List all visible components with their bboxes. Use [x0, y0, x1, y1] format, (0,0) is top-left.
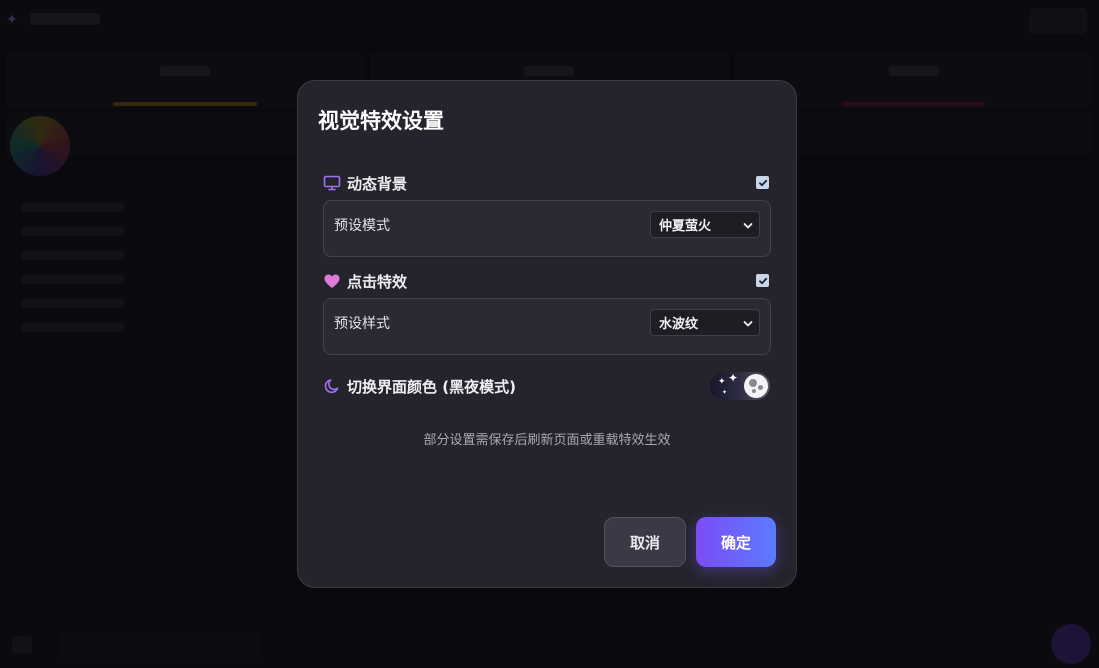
dynamic-bg-row: 动态背景: [323, 171, 771, 195]
click-effect-preset-panel: 预设样式 水波纹: [323, 298, 771, 355]
star-icon: ✦: [728, 372, 739, 385]
click-effect-row: 点击特效: [323, 269, 771, 293]
chevron-down-icon: [743, 318, 753, 333]
star-icon: ✦: [722, 389, 728, 396]
confirm-button[interactable]: 确定: [696, 517, 776, 567]
visual-effects-dialog: 视觉特效设置 动态背景 预设模式 仲夏萤火 点击特效 预设样式 水波纹 切换界面…: [297, 80, 797, 588]
dynamic-bg-preset-panel: 预设模式 仲夏萤火: [323, 200, 771, 257]
chevron-down-icon: [743, 220, 753, 235]
settings-note: 部分设置需保存后刷新页面或重载特效生效: [423, 433, 671, 448]
theme-row: 切换界面颜色 (黑夜模式) ✦ ✦ ✦: [323, 372, 771, 400]
moon-icon: [323, 377, 341, 395]
click-effect-checkbox[interactable]: [756, 274, 769, 287]
dynamic-bg-label: 动态背景: [347, 174, 408, 193]
preset-mode-label: 预设模式: [334, 218, 390, 234]
monitor-icon: [323, 174, 341, 192]
preset-style-label: 预设样式: [334, 316, 390, 332]
preset-style-select[interactable]: 水波纹: [650, 309, 760, 336]
dark-mode-toggle[interactable]: ✦ ✦ ✦: [710, 372, 770, 400]
star-icon: ✦: [718, 377, 726, 387]
cancel-button[interactable]: 取消: [604, 517, 686, 567]
preset-style-value: 水波纹: [659, 317, 699, 332]
preset-mode-value: 仲夏萤火: [659, 219, 712, 234]
dialog-title: 视觉特效设置: [318, 109, 444, 133]
preset-mode-select[interactable]: 仲夏萤火: [650, 211, 760, 238]
theme-toggle-label: 切换界面颜色 (黑夜模式): [347, 377, 516, 396]
heart-icon: [323, 272, 341, 290]
click-effect-label: 点击特效: [347, 272, 408, 291]
dynamic-bg-checkbox[interactable]: [756, 176, 769, 189]
toggle-knob: [744, 374, 768, 398]
